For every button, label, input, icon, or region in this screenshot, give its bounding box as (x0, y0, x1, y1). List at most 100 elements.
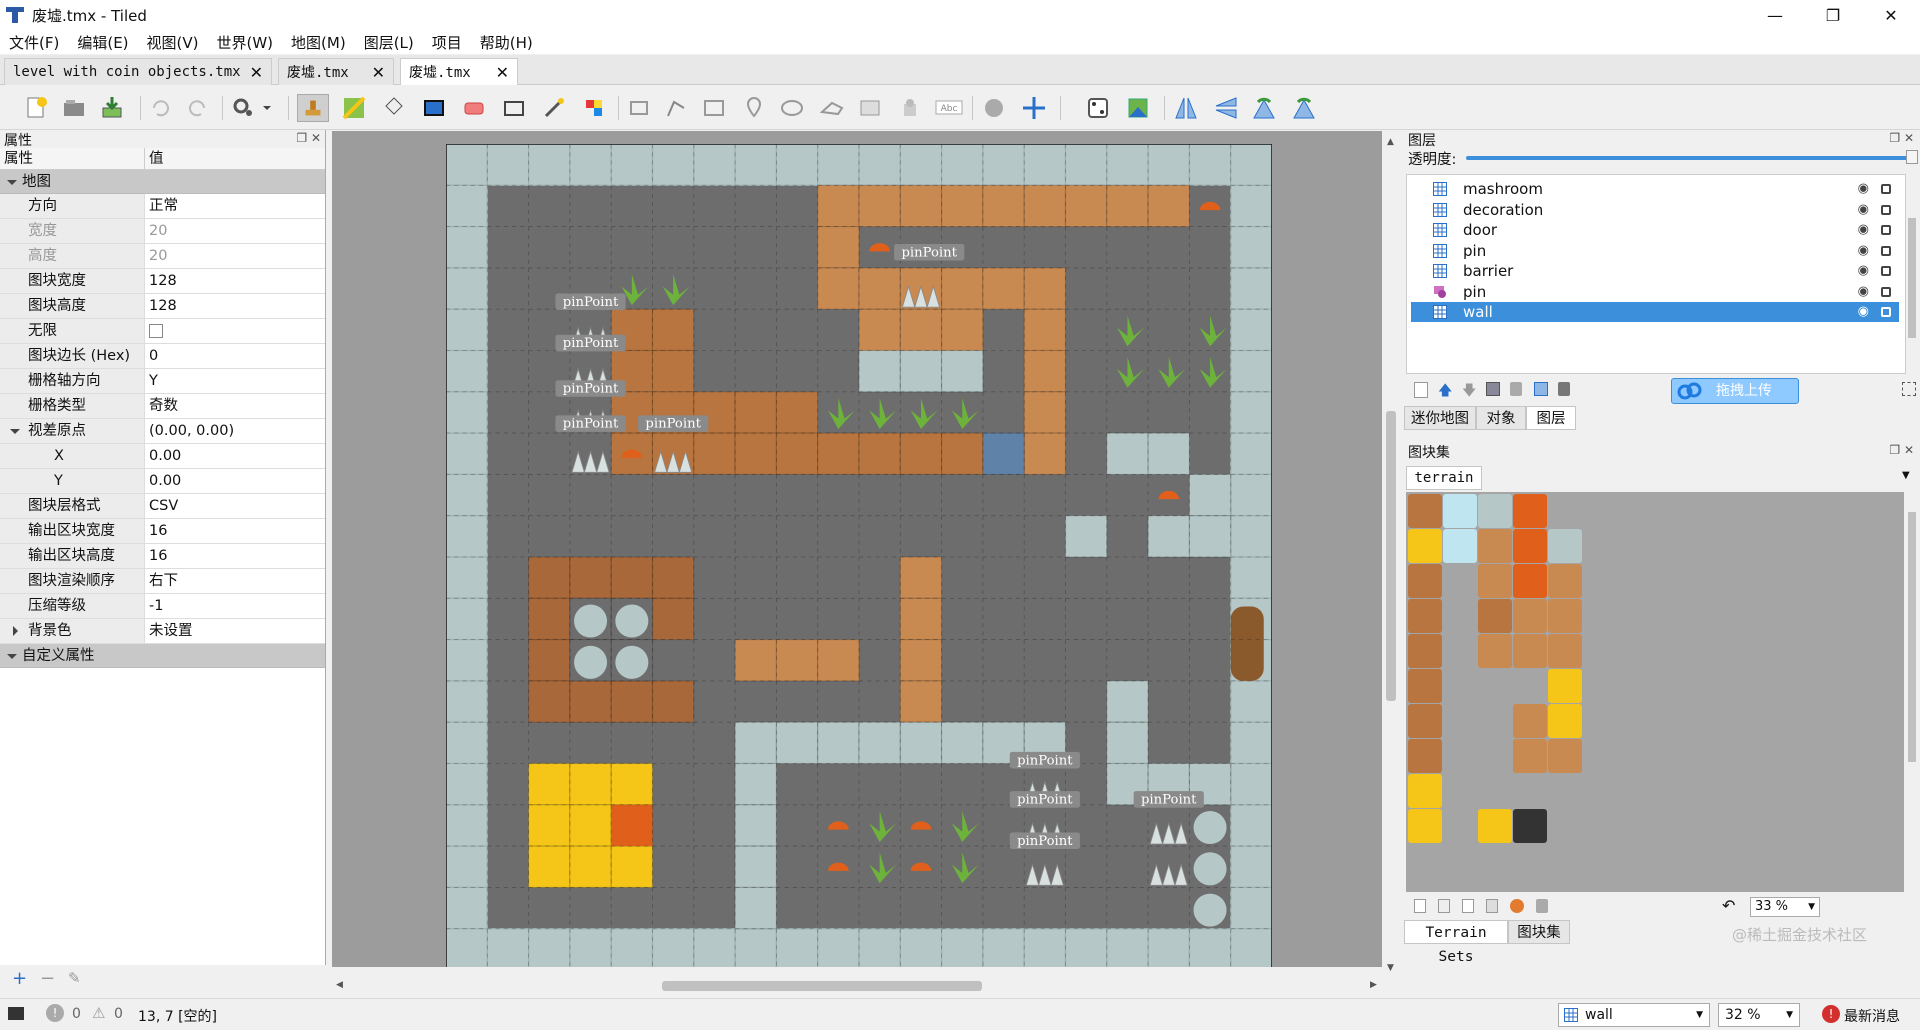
close-panel-icon[interactable]: ✕ (311, 131, 321, 145)
tileset-menu-arrow-icon[interactable]: ▼ (1902, 470, 1910, 481)
layer-select[interactable]: wall ▼ (1558, 1003, 1710, 1027)
insert-rectangle-icon[interactable] (700, 94, 728, 122)
float-panel-icon[interactable]: ❐ (1889, 443, 1900, 457)
pinpoint-object[interactable]: pinPoint (555, 415, 626, 432)
lock-icon[interactable] (1881, 286, 1891, 297)
map-horizontal-scrollbar[interactable]: ◀ ▶ (332, 978, 1384, 994)
export-tileset-icon[interactable] (1462, 899, 1474, 913)
tileset-tile[interactable] (1513, 704, 1547, 738)
property-value[interactable]: 16 (145, 519, 325, 543)
tileset-tile[interactable] (1513, 739, 1547, 773)
dynamic-wrapping-icon[interactable] (1510, 899, 1524, 913)
insert-text-icon[interactable]: Abc (934, 94, 964, 122)
menu-file[interactable]: 文件(F) (0, 32, 68, 53)
select-objects-icon[interactable] (626, 94, 654, 122)
lock-other-layers-icon[interactable] (1558, 382, 1570, 396)
scroll-right-icon[interactable]: ▶ (1370, 980, 1377, 990)
tileset-tile[interactable] (1548, 634, 1582, 668)
property-row[interactable]: 方向 正常 (0, 194, 325, 219)
lock-icon[interactable] (1881, 266, 1891, 276)
tileset-tile[interactable] (1513, 494, 1547, 528)
property-value[interactable]: 0.00 (145, 469, 325, 493)
delete-layer-icon[interactable] (1510, 382, 1522, 396)
tileset-tile[interactable] (1548, 669, 1582, 703)
new-tileset-icon[interactable] (1414, 899, 1426, 913)
eraser-icon[interactable] (460, 94, 488, 122)
property-row[interactable]: 图块宽度 128 (0, 269, 325, 294)
map-properties-group[interactable]: 地图 (0, 170, 325, 194)
tile-map-canvas[interactable]: pinPoint pinPoint pinPoint pinPoint pinPoint… (446, 144, 1272, 967)
insert-point-icon[interactable] (740, 94, 768, 122)
restore-zoom-icon[interactable]: ↶ (1722, 896, 1735, 915)
console-icon[interactable] (8, 1007, 24, 1020)
error-icon[interactable]: ! (46, 1004, 64, 1022)
close-panel-icon[interactable]: ✕ (1904, 443, 1914, 457)
pinpoint-object[interactable]: pinPoint (555, 334, 626, 352)
tileset-scrollbar[interactable] (1906, 492, 1918, 892)
remove-tileset-icon[interactable] (1536, 899, 1548, 913)
pinpoint-object[interactable]: pinPoint (1009, 791, 1080, 808)
tileset-tile[interactable] (1548, 599, 1582, 633)
map-vertical-scrollbar[interactable]: ▲ ▼ (1384, 131, 1398, 977)
tileset-view[interactable] (1406, 492, 1904, 892)
layer-row-barrier[interactable]: barrier ◉ (1411, 261, 1899, 281)
pinpoint-object[interactable]: pinPoint (894, 243, 965, 261)
tab-ruins-2[interactable]: 废墟.tmx ✕ (400, 58, 518, 85)
insert-ellipse-icon[interactable] (778, 94, 806, 122)
insert-polygon-icon[interactable] (818, 94, 846, 122)
tab-tilesets[interactable]: 图块集 (1508, 920, 1570, 944)
minimize-button[interactable]: — (1746, 0, 1804, 30)
lock-icon[interactable] (1881, 184, 1891, 194)
pinpoint-object[interactable]: pinPoint (1009, 832, 1080, 849)
float-panel-icon[interactable]: ❐ (1889, 131, 1900, 145)
property-value[interactable]: 16 (145, 544, 325, 568)
open-file-icon[interactable] (60, 94, 88, 122)
custom-properties-group[interactable]: 自定义属性 (0, 644, 325, 668)
layer-row-decoration[interactable]: decoration ◉ (1411, 200, 1899, 220)
tileset-tile[interactable] (1478, 529, 1512, 563)
property-row[interactable]: 栅格类型 奇数 (0, 394, 325, 419)
layer-row-door[interactable]: door ◉ (1411, 220, 1899, 240)
property-row[interactable]: 视差原点 (0.00, 0.00) (0, 419, 325, 444)
visibility-eye-icon[interactable]: ◉ (1858, 282, 1869, 302)
menu-edit[interactable]: 编辑(E) (68, 32, 137, 53)
close-tab-icon[interactable]: ✕ (372, 63, 385, 82)
property-row[interactable]: Y 0.00 (0, 469, 325, 494)
menu-map[interactable]: 地图(M) (282, 32, 355, 53)
visibility-eye-icon[interactable]: ◉ (1858, 179, 1869, 199)
drag-upload-button[interactable]: 拖拽上传 (1671, 378, 1799, 404)
tab-level-with-coin-objects[interactable]: level with coin objects.tmx ✕ (4, 58, 272, 85)
map-viewport[interactable]: pinPoint pinPoint pinPoint pinPoint pinPoint… (332, 131, 1382, 967)
tileset-tile[interactable] (1408, 704, 1442, 738)
opacity-slider-handle[interactable] (1906, 150, 1918, 164)
terrain-brush-icon[interactable] (340, 94, 368, 122)
magic-wand-icon[interactable] (540, 94, 568, 122)
property-row[interactable]: 图块层格式 CSV (0, 494, 325, 519)
pinpoint-object[interactable]: pinPoint (555, 293, 626, 311)
tileset-tile[interactable] (1513, 634, 1547, 668)
rotate-right-icon[interactable] (1290, 94, 1318, 122)
bucket-fill-icon[interactable] (380, 94, 408, 122)
lock-icon[interactable] (1881, 225, 1891, 235)
tileset-tile[interactable] (1408, 599, 1442, 633)
tileset-tile[interactable] (1408, 739, 1442, 773)
wang-fill-icon[interactable] (1124, 94, 1152, 122)
property-value[interactable] (145, 319, 325, 343)
warning-icon[interactable]: ⚠ (92, 1004, 105, 1022)
property-row[interactable]: 图块渲染顺序 右下 (0, 569, 325, 594)
maximize-button[interactable]: ❐ (1804, 0, 1862, 30)
duplicate-layer-icon[interactable] (1486, 382, 1500, 396)
menu-project[interactable]: 项目 (423, 32, 471, 53)
visibility-eye-icon[interactable]: ◉ (1858, 220, 1869, 240)
edit-polygons-icon[interactable] (662, 94, 690, 122)
property-row[interactable]: 图块边长 (Hex) 0 (0, 344, 325, 369)
rotate-left-icon[interactable] (1250, 94, 1278, 122)
property-row[interactable]: 图块高度 128 (0, 294, 325, 319)
tileset-tile[interactable] (1548, 704, 1582, 738)
rect-select-icon[interactable] (500, 94, 528, 122)
property-row[interactable]: X 0.00 (0, 444, 325, 469)
tileset-tile[interactable] (1548, 529, 1582, 563)
tileset-tile[interactable] (1408, 809, 1442, 843)
lower-layer-icon[interactable]: 🡇 (1462, 380, 1476, 404)
flip-vertical-icon[interactable] (1212, 94, 1240, 122)
